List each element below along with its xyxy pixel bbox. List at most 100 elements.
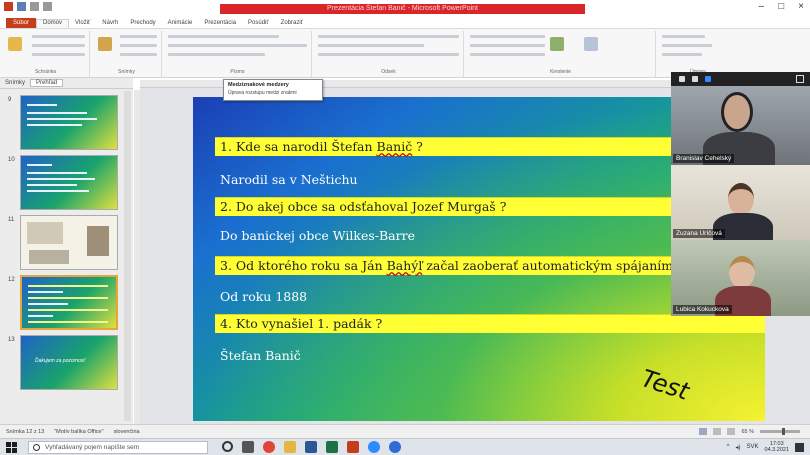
thumb-portrait-image: [87, 226, 109, 256]
tab-home[interactable]: Domov: [36, 19, 70, 28]
minimize-button[interactable]: –: [759, 1, 765, 12]
participant-face: [729, 256, 755, 288]
taskbar-search-input[interactable]: Vyhľadávaný pojem napíšte sem: [28, 441, 208, 454]
participant-tile-1[interactable]: Branislav Cehelský: [671, 86, 810, 165]
mute-icon[interactable]: [679, 76, 685, 82]
normal-view-icon[interactable]: [699, 428, 708, 435]
answer-4[interactable]: Štefan Banič: [220, 348, 301, 363]
undo-icon[interactable]: [30, 2, 39, 11]
thumbnail-scrollbar[interactable]: [124, 91, 131, 421]
status-bar: Snímka 12 z 13 "Motív balíka Office" slo…: [0, 424, 810, 438]
thumb-number-9: 9: [8, 97, 12, 103]
window-title: Prezentácia Štefan Banič - Microsoft Pow…: [220, 4, 585, 14]
slide-thumbnail-9[interactable]: [20, 95, 118, 150]
thumb13-text: Ďakujem za pozornosť: [35, 358, 86, 364]
file-explorer-icon[interactable]: [284, 441, 296, 453]
question-1[interactable]: 1. Kde sa narodil Štefan Banič ?: [220, 139, 423, 154]
keyboard-language[interactable]: SVK: [747, 444, 759, 450]
slide-thumbnail-10[interactable]: [20, 155, 118, 210]
question-2[interactable]: 2. Do akej obce sa odsťahoval Jozef Murg…: [220, 199, 506, 214]
screen: Prezentácia Štefan Banič - Microsoft Pow…: [0, 0, 810, 455]
tab-review[interactable]: Posúdiť: [242, 20, 275, 28]
powerpoint-icon[interactable]: [347, 441, 359, 453]
meet-app-icon[interactable]: [389, 441, 401, 453]
participant-face: [721, 92, 753, 132]
slide-sorter-icon[interactable]: [713, 428, 722, 435]
system-tray: ^ ◂) SVK 17:03 04.3.2021: [727, 441, 804, 453]
participant-name-3: Lubica Kokuckova: [673, 305, 732, 314]
question-3[interactable]: 3. Od ktorého roku sa Ján Bahýľ začal za…: [220, 258, 740, 273]
windows-taskbar: Vyhľadávaný pojem napíšte sem ^ ◂) SVK 1…: [0, 438, 810, 455]
quick-styles-icon[interactable]: [584, 37, 598, 51]
paste-icon[interactable]: [8, 37, 22, 51]
new-slide-icon[interactable]: [98, 37, 112, 51]
theme-name: "Motív balíka Office": [54, 429, 104, 435]
slide-counter: Snímka 12 z 13: [6, 429, 45, 435]
word-icon[interactable]: [305, 441, 317, 453]
group-clipboard: Schránka: [2, 31, 90, 77]
tab-file[interactable]: Súbor: [6, 18, 37, 28]
slide-panel-tabs: Snímky Prehľad: [0, 78, 133, 89]
question-4[interactable]: 4. Kto vynašiel 1. padák ?: [220, 316, 382, 331]
participant-tile-3[interactable]: Lubica Kokuckova: [671, 240, 810, 316]
thumb-number-12: 12: [8, 277, 15, 283]
reading-view-icon[interactable]: [727, 428, 736, 435]
tab-transitions[interactable]: Prechody: [124, 20, 161, 28]
answer-1[interactable]: Narodil sa v Neštichu: [220, 172, 358, 187]
taskbar-clock[interactable]: 17:03 04.3.2021: [765, 441, 789, 453]
video-icon[interactable]: [692, 76, 698, 82]
slide-thumbnail-13[interactable]: Ďakujem za pozornosť: [20, 335, 118, 390]
thumb-number-11: 11: [8, 217, 15, 223]
language-indicator[interactable]: slovenčina: [114, 429, 140, 435]
windows-start-icon[interactable]: [6, 442, 17, 453]
group-paragraph: Odsek: [314, 31, 464, 77]
tab-design[interactable]: Návrh: [96, 20, 124, 28]
tab-outline[interactable]: Prehľad: [30, 79, 64, 87]
save-icon[interactable]: [17, 2, 26, 11]
participant-tile-2[interactable]: Zuzana Uríčová: [671, 165, 810, 240]
maximize-button[interactable]: □: [778, 1, 784, 12]
slide-thumbnail-panel: 9 10 11 12 13 Ďakujem za pozornosť: [0, 89, 133, 424]
participant-face: [728, 183, 754, 215]
speaker-icon[interactable]: ◂): [736, 444, 741, 451]
ribbon-tabs: Súbor Domov Vložiť Návrh Prechody Animác…: [0, 16, 810, 29]
answer-2[interactable]: Do banickej obce Wilkes-Barre: [220, 228, 415, 243]
quick-access-toolbar: [4, 2, 52, 11]
close-button[interactable]: ×: [798, 1, 804, 12]
thumb-sketch-image: [29, 250, 69, 264]
participant-name-2: Zuzana Uríčová: [673, 229, 725, 238]
zoom-level[interactable]: 65 %: [741, 429, 754, 435]
excel-icon[interactable]: [326, 441, 338, 453]
chrome-icon[interactable]: [263, 441, 275, 453]
redo-icon[interactable]: [43, 2, 52, 11]
task-view-icon[interactable]: [242, 441, 254, 453]
ribbon-tooltip: Medziznakové medzery Úprava rozstupu med…: [223, 79, 323, 101]
thumb-number-13: 13: [8, 337, 15, 343]
powerpoint-logo-icon: [4, 2, 13, 11]
gallery-view-icon[interactable]: [705, 76, 711, 82]
tab-insert[interactable]: Vložiť: [69, 20, 96, 28]
title-bar: Prezentácia Štefan Banič - Microsoft Pow…: [0, 0, 810, 16]
tab-view[interactable]: Zobraziť: [275, 20, 309, 28]
zoom-slider[interactable]: [760, 428, 800, 435]
thumb-number-10: 10: [8, 157, 15, 163]
cortana-icon[interactable]: [222, 441, 233, 452]
tab-slides[interactable]: Snímky: [0, 80, 30, 86]
answer-3[interactable]: Od roku 1888: [220, 289, 307, 304]
group-editing: Úpravy: [658, 31, 738, 77]
arrange-icon[interactable]: [550, 37, 564, 51]
tab-animations[interactable]: Animácie: [162, 20, 199, 28]
video-call-toolbar: [671, 72, 810, 86]
group-font: Písmo: [164, 31, 312, 77]
zoom-app-icon[interactable]: [368, 441, 380, 453]
search-icon: [33, 444, 40, 451]
slide-thumbnail-12-selected[interactable]: [20, 275, 118, 330]
tab-slideshow[interactable]: Prezentácia: [198, 20, 242, 28]
group-slides: Snímky: [92, 31, 162, 77]
test-watermark: Test: [637, 364, 693, 406]
expand-icon[interactable]: [796, 75, 804, 83]
slide-thumbnail-11[interactable]: [20, 215, 118, 270]
notifications-icon[interactable]: [795, 442, 804, 452]
group-drawing: Kreslenie: [466, 31, 656, 77]
tray-up-icon[interactable]: ^: [727, 444, 730, 450]
